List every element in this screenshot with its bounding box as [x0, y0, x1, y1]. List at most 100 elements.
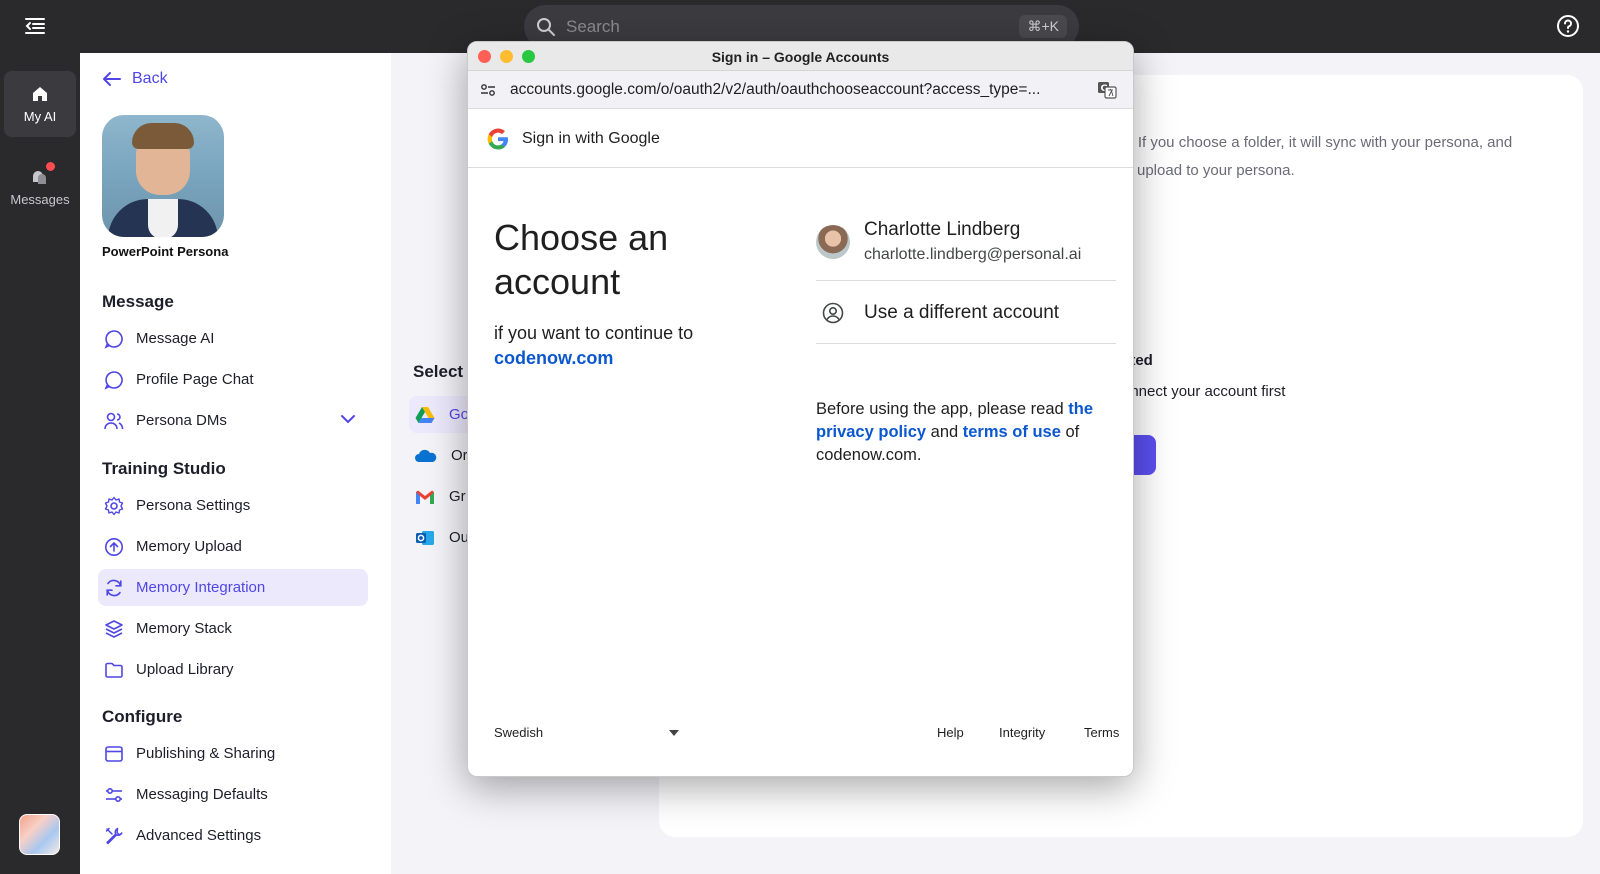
nav-publishing-sharing[interactable]: Publishing & Sharing [98, 735, 368, 772]
account-circle-icon [822, 302, 844, 323]
privacy-notice: Before using the app, please read the pr… [816, 398, 1114, 467]
use-different-account-label: Use a different account [864, 301, 1060, 323]
search-input[interactable] [566, 16, 1020, 37]
dropdown-arrow-icon [669, 729, 679, 736]
nav-upload-library[interactable]: Upload Library [98, 651, 368, 688]
source-label: Gr [449, 488, 466, 505]
search-shortcut: ⌘+K [1019, 15, 1067, 38]
section-configure: Configure [102, 707, 183, 726]
nav-label: Messaging Defaults [136, 786, 268, 803]
gmail-icon [416, 490, 434, 504]
search-icon [537, 17, 555, 36]
url-text: accounts.google.com/o/oauth2/v2/auth/oau… [510, 80, 1041, 98]
persona-name: PowerPoint Persona [102, 244, 229, 259]
nav-persona-dms[interactable]: Persona DMs [98, 402, 368, 439]
nav-memory-upload[interactable]: Memory Upload [98, 528, 368, 565]
account-option-charlotte[interactable]: Charlotte Lindberg charlotte.lindberg@pe… [816, 213, 1116, 281]
language-value: Swedish [494, 725, 544, 740]
layers-icon [105, 619, 123, 638]
google-signin-window: Sign in – Google Accounts accounts.googl… [467, 41, 1134, 777]
source-label: Ou [449, 529, 470, 546]
use-different-account[interactable]: Use a different account [816, 282, 1116, 344]
footer-help-link[interactable]: Help [937, 725, 964, 740]
nav-advanced-settings[interactable]: Advanced Settings [98, 817, 368, 854]
outlook-icon [416, 530, 434, 545]
menu-toggle-icon[interactable] [22, 14, 48, 38]
nav-label: Message AI [136, 330, 215, 347]
help-icon[interactable] [1556, 14, 1580, 38]
status-text: onnect your account first [1122, 383, 1286, 400]
chat-bubble-icon [104, 329, 123, 349]
nav-label: Advanced Settings [136, 827, 262, 844]
nav-memory-stack[interactable]: Memory Stack [98, 610, 368, 647]
continue-text: if you want to continue to [494, 323, 694, 343]
nav-label: Profile Page Chat [136, 371, 254, 388]
upload-circle-icon [105, 537, 123, 556]
source-gmail[interactable]: Gr [409, 478, 473, 515]
url-bar[interactable]: accounts.google.com/o/oauth2/v2/auth/oau… [468, 71, 1133, 109]
home-icon [33, 86, 47, 101]
account-avatar [816, 225, 850, 259]
sync-icon [106, 579, 122, 596]
google-signin-header: Sign in with Google [468, 110, 1133, 168]
nav-message-ai[interactable]: Message AI [98, 320, 368, 357]
card-description-2: ly upload to your persona. [1122, 162, 1295, 179]
google-drive-icon [415, 406, 435, 423]
privacy-text-2: and [926, 423, 963, 441]
section-message: Message [102, 292, 174, 311]
privacy-text-1: Before using the app, please read [816, 400, 1069, 418]
translate-icon[interactable]: G [1097, 81, 1117, 99]
left-rail: My AI Messages [0, 53, 80, 874]
nav-label: Memory Stack [136, 620, 232, 637]
rail-my-ai-label: My AI [23, 108, 57, 124]
footer-integrity-link[interactable]: Integrity [999, 725, 1045, 740]
nav-label: Persona Settings [136, 497, 251, 514]
back-link[interactable]: Back [102, 70, 168, 88]
footer-terms-link[interactable]: Terms [1084, 725, 1119, 740]
arrow-left-icon [103, 72, 121, 86]
select-source-title: Select [413, 362, 464, 381]
terms-of-use-link[interactable]: terms of use [963, 423, 1061, 441]
nav-label: Persona DMs [136, 412, 227, 429]
users-icon [104, 412, 124, 429]
account-name: Charlotte Lindberg [864, 219, 1021, 240]
rail-messages[interactable]: Messages [4, 154, 76, 220]
source-onedrive[interactable]: Or [409, 437, 473, 474]
chat-bubble-icon [104, 370, 123, 390]
signin-header-text: Sign in with Google [522, 129, 660, 147]
nav-label: Upload Library [136, 661, 234, 678]
nav-label: Publishing & Sharing [136, 745, 276, 762]
dialog-footer: Swedish Help Integrity Terms [494, 725, 1119, 749]
persona-avatar [102, 115, 224, 237]
source-label: Go [449, 406, 470, 423]
gear-icon [104, 496, 124, 515]
window-title: Sign in – Google Accounts [711, 49, 890, 65]
account-email: charlotte.lindberg@personal.ai [864, 246, 1082, 263]
browser-window-icon [105, 745, 123, 762]
site-settings-icon[interactable] [480, 83, 496, 97]
app-logo[interactable] [19, 814, 60, 855]
chevron-down-icon[interactable] [340, 413, 356, 425]
sidebar: Back PowerPoint Persona Message Message … [80, 53, 391, 874]
nav-memory-integration[interactable]: Memory Integration [98, 569, 368, 606]
nav-messaging-defaults[interactable]: Messaging Defaults [98, 776, 368, 813]
language-select[interactable]: Swedish [494, 725, 679, 740]
nav-persona-settings[interactable]: Persona Settings [98, 487, 368, 524]
nav-label: Memory Integration [136, 579, 266, 596]
sliders-icon [106, 787, 122, 802]
continue-site-link[interactable]: codenow.com [494, 348, 613, 369]
card-description-1: s. If you choose a folder, it will sync … [1122, 134, 1513, 151]
source-label: Or [451, 447, 468, 464]
nav-profile-page-chat[interactable]: Profile Page Chat [98, 361, 368, 398]
source-outlook[interactable]: Ou [409, 519, 473, 556]
google-logo-icon [487, 128, 508, 149]
section-training-studio: Training Studio [102, 459, 226, 478]
choose-account-title: Choose an account [494, 217, 669, 302]
rail-my-ai[interactable]: My AI [4, 71, 76, 137]
tools-icon [105, 827, 123, 844]
back-label: Back [132, 70, 168, 87]
rail-messages-label: Messages [10, 191, 70, 207]
folder-icon [105, 662, 123, 678]
onedrive-icon [415, 449, 437, 462]
source-google-drive[interactable]: Go [409, 396, 473, 433]
